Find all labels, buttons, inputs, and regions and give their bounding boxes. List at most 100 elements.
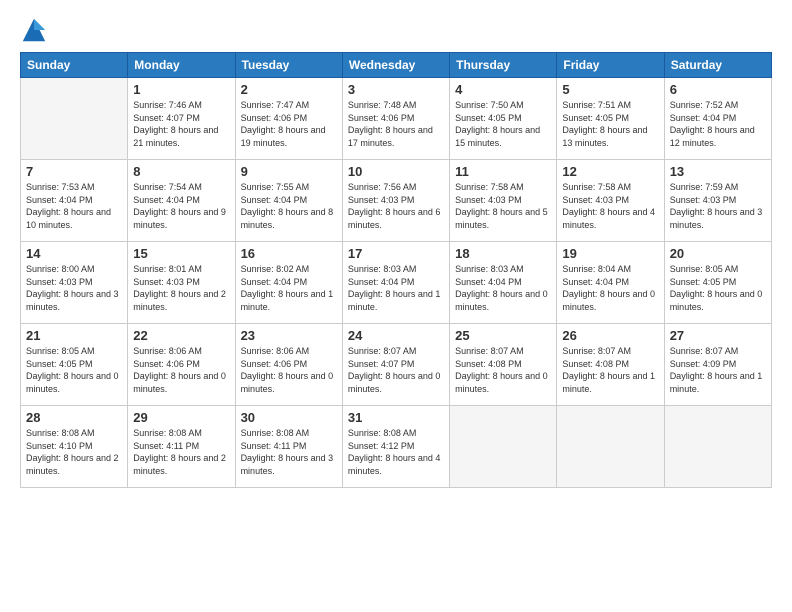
day-number: 13 xyxy=(670,164,766,179)
day-info: Sunrise: 8:05 AMSunset: 4:05 PMDaylight:… xyxy=(670,263,766,313)
day-info: Sunrise: 8:05 AMSunset: 4:05 PMDaylight:… xyxy=(26,345,122,395)
calendar-cell: 25 Sunrise: 8:07 AMSunset: 4:08 PMDaylig… xyxy=(450,324,557,406)
weekday-header-thursday: Thursday xyxy=(450,53,557,78)
calendar-cell xyxy=(664,406,771,488)
day-info: Sunrise: 7:54 AMSunset: 4:04 PMDaylight:… xyxy=(133,181,229,231)
calendar-week-3: 21 Sunrise: 8:05 AMSunset: 4:05 PMDaylig… xyxy=(21,324,772,406)
day-info: Sunrise: 8:08 AMSunset: 4:10 PMDaylight:… xyxy=(26,427,122,477)
calendar-cell: 9 Sunrise: 7:55 AMSunset: 4:04 PMDayligh… xyxy=(235,160,342,242)
calendar-cell: 26 Sunrise: 8:07 AMSunset: 4:08 PMDaylig… xyxy=(557,324,664,406)
day-number: 1 xyxy=(133,82,229,97)
day-number: 26 xyxy=(562,328,658,343)
day-info: Sunrise: 8:03 AMSunset: 4:04 PMDaylight:… xyxy=(455,263,551,313)
day-info: Sunrise: 8:06 AMSunset: 4:06 PMDaylight:… xyxy=(133,345,229,395)
calendar-table: SundayMondayTuesdayWednesdayThursdayFrid… xyxy=(20,52,772,488)
calendar-cell: 22 Sunrise: 8:06 AMSunset: 4:06 PMDaylig… xyxy=(128,324,235,406)
calendar-cell: 20 Sunrise: 8:05 AMSunset: 4:05 PMDaylig… xyxy=(664,242,771,324)
weekday-header-row: SundayMondayTuesdayWednesdayThursdayFrid… xyxy=(21,53,772,78)
calendar-cell: 2 Sunrise: 7:47 AMSunset: 4:06 PMDayligh… xyxy=(235,78,342,160)
calendar-week-0: 1 Sunrise: 7:46 AMSunset: 4:07 PMDayligh… xyxy=(21,78,772,160)
page: SundayMondayTuesdayWednesdayThursdayFrid… xyxy=(0,0,792,612)
day-info: Sunrise: 7:51 AMSunset: 4:05 PMDaylight:… xyxy=(562,99,658,149)
day-info: Sunrise: 8:08 AMSunset: 4:11 PMDaylight:… xyxy=(133,427,229,477)
day-info: Sunrise: 7:47 AMSunset: 4:06 PMDaylight:… xyxy=(241,99,337,149)
calendar-cell: 6 Sunrise: 7:52 AMSunset: 4:04 PMDayligh… xyxy=(664,78,771,160)
day-info: Sunrise: 8:07 AMSunset: 4:08 PMDaylight:… xyxy=(562,345,658,395)
calendar-cell: 13 Sunrise: 7:59 AMSunset: 4:03 PMDaylig… xyxy=(664,160,771,242)
day-info: Sunrise: 8:06 AMSunset: 4:06 PMDaylight:… xyxy=(241,345,337,395)
day-number: 12 xyxy=(562,164,658,179)
calendar-week-2: 14 Sunrise: 8:00 AMSunset: 4:03 PMDaylig… xyxy=(21,242,772,324)
logo xyxy=(20,16,50,44)
day-info: Sunrise: 8:02 AMSunset: 4:04 PMDaylight:… xyxy=(241,263,337,313)
weekday-header-wednesday: Wednesday xyxy=(342,53,449,78)
day-info: Sunrise: 8:08 AMSunset: 4:12 PMDaylight:… xyxy=(348,427,444,477)
calendar-cell: 31 Sunrise: 8:08 AMSunset: 4:12 PMDaylig… xyxy=(342,406,449,488)
calendar-cell: 21 Sunrise: 8:05 AMSunset: 4:05 PMDaylig… xyxy=(21,324,128,406)
day-info: Sunrise: 8:00 AMSunset: 4:03 PMDaylight:… xyxy=(26,263,122,313)
weekday-header-saturday: Saturday xyxy=(664,53,771,78)
day-info: Sunrise: 8:04 AMSunset: 4:04 PMDaylight:… xyxy=(562,263,658,313)
day-number: 22 xyxy=(133,328,229,343)
day-number: 3 xyxy=(348,82,444,97)
calendar-cell: 16 Sunrise: 8:02 AMSunset: 4:04 PMDaylig… xyxy=(235,242,342,324)
calendar-cell: 4 Sunrise: 7:50 AMSunset: 4:05 PMDayligh… xyxy=(450,78,557,160)
day-number: 20 xyxy=(670,246,766,261)
day-info: Sunrise: 8:07 AMSunset: 4:08 PMDaylight:… xyxy=(455,345,551,395)
logo-icon xyxy=(20,16,48,44)
day-number: 5 xyxy=(562,82,658,97)
calendar-cell xyxy=(450,406,557,488)
weekday-header-monday: Monday xyxy=(128,53,235,78)
calendar-cell: 14 Sunrise: 8:00 AMSunset: 4:03 PMDaylig… xyxy=(21,242,128,324)
day-info: Sunrise: 7:58 AMSunset: 4:03 PMDaylight:… xyxy=(562,181,658,231)
day-info: Sunrise: 7:59 AMSunset: 4:03 PMDaylight:… xyxy=(670,181,766,231)
day-info: Sunrise: 8:03 AMSunset: 4:04 PMDaylight:… xyxy=(348,263,444,313)
day-number: 23 xyxy=(241,328,337,343)
calendar-week-1: 7 Sunrise: 7:53 AMSunset: 4:04 PMDayligh… xyxy=(21,160,772,242)
day-number: 17 xyxy=(348,246,444,261)
day-info: Sunrise: 8:01 AMSunset: 4:03 PMDaylight:… xyxy=(133,263,229,313)
calendar-cell: 30 Sunrise: 8:08 AMSunset: 4:11 PMDaylig… xyxy=(235,406,342,488)
day-info: Sunrise: 7:48 AMSunset: 4:06 PMDaylight:… xyxy=(348,99,444,149)
calendar-cell: 29 Sunrise: 8:08 AMSunset: 4:11 PMDaylig… xyxy=(128,406,235,488)
calendar-cell xyxy=(21,78,128,160)
day-info: Sunrise: 8:07 AMSunset: 4:09 PMDaylight:… xyxy=(670,345,766,395)
day-number: 6 xyxy=(670,82,766,97)
calendar-cell: 17 Sunrise: 8:03 AMSunset: 4:04 PMDaylig… xyxy=(342,242,449,324)
calendar-week-4: 28 Sunrise: 8:08 AMSunset: 4:10 PMDaylig… xyxy=(21,406,772,488)
calendar-cell: 8 Sunrise: 7:54 AMSunset: 4:04 PMDayligh… xyxy=(128,160,235,242)
weekday-header-tuesday: Tuesday xyxy=(235,53,342,78)
day-number: 9 xyxy=(241,164,337,179)
calendar-cell: 5 Sunrise: 7:51 AMSunset: 4:05 PMDayligh… xyxy=(557,78,664,160)
day-number: 11 xyxy=(455,164,551,179)
day-info: Sunrise: 7:50 AMSunset: 4:05 PMDaylight:… xyxy=(455,99,551,149)
day-info: Sunrise: 7:46 AMSunset: 4:07 PMDaylight:… xyxy=(133,99,229,149)
day-number: 30 xyxy=(241,410,337,425)
day-number: 7 xyxy=(26,164,122,179)
day-info: Sunrise: 7:52 AMSunset: 4:04 PMDaylight:… xyxy=(670,99,766,149)
day-number: 21 xyxy=(26,328,122,343)
day-number: 24 xyxy=(348,328,444,343)
calendar-cell: 15 Sunrise: 8:01 AMSunset: 4:03 PMDaylig… xyxy=(128,242,235,324)
day-number: 10 xyxy=(348,164,444,179)
day-number: 28 xyxy=(26,410,122,425)
day-number: 4 xyxy=(455,82,551,97)
day-info: Sunrise: 8:08 AMSunset: 4:11 PMDaylight:… xyxy=(241,427,337,477)
calendar-cell: 24 Sunrise: 8:07 AMSunset: 4:07 PMDaylig… xyxy=(342,324,449,406)
weekday-header-sunday: Sunday xyxy=(21,53,128,78)
calendar-cell: 3 Sunrise: 7:48 AMSunset: 4:06 PMDayligh… xyxy=(342,78,449,160)
day-number: 25 xyxy=(455,328,551,343)
day-info: Sunrise: 7:58 AMSunset: 4:03 PMDaylight:… xyxy=(455,181,551,231)
calendar-cell: 28 Sunrise: 8:08 AMSunset: 4:10 PMDaylig… xyxy=(21,406,128,488)
calendar-cell: 12 Sunrise: 7:58 AMSunset: 4:03 PMDaylig… xyxy=(557,160,664,242)
day-number: 2 xyxy=(241,82,337,97)
day-info: Sunrise: 8:07 AMSunset: 4:07 PMDaylight:… xyxy=(348,345,444,395)
calendar-cell: 18 Sunrise: 8:03 AMSunset: 4:04 PMDaylig… xyxy=(450,242,557,324)
weekday-header-friday: Friday xyxy=(557,53,664,78)
day-number: 29 xyxy=(133,410,229,425)
calendar-cell: 10 Sunrise: 7:56 AMSunset: 4:03 PMDaylig… xyxy=(342,160,449,242)
calendar-cell: 27 Sunrise: 8:07 AMSunset: 4:09 PMDaylig… xyxy=(664,324,771,406)
day-number: 16 xyxy=(241,246,337,261)
day-number: 8 xyxy=(133,164,229,179)
day-info: Sunrise: 7:55 AMSunset: 4:04 PMDaylight:… xyxy=(241,181,337,231)
